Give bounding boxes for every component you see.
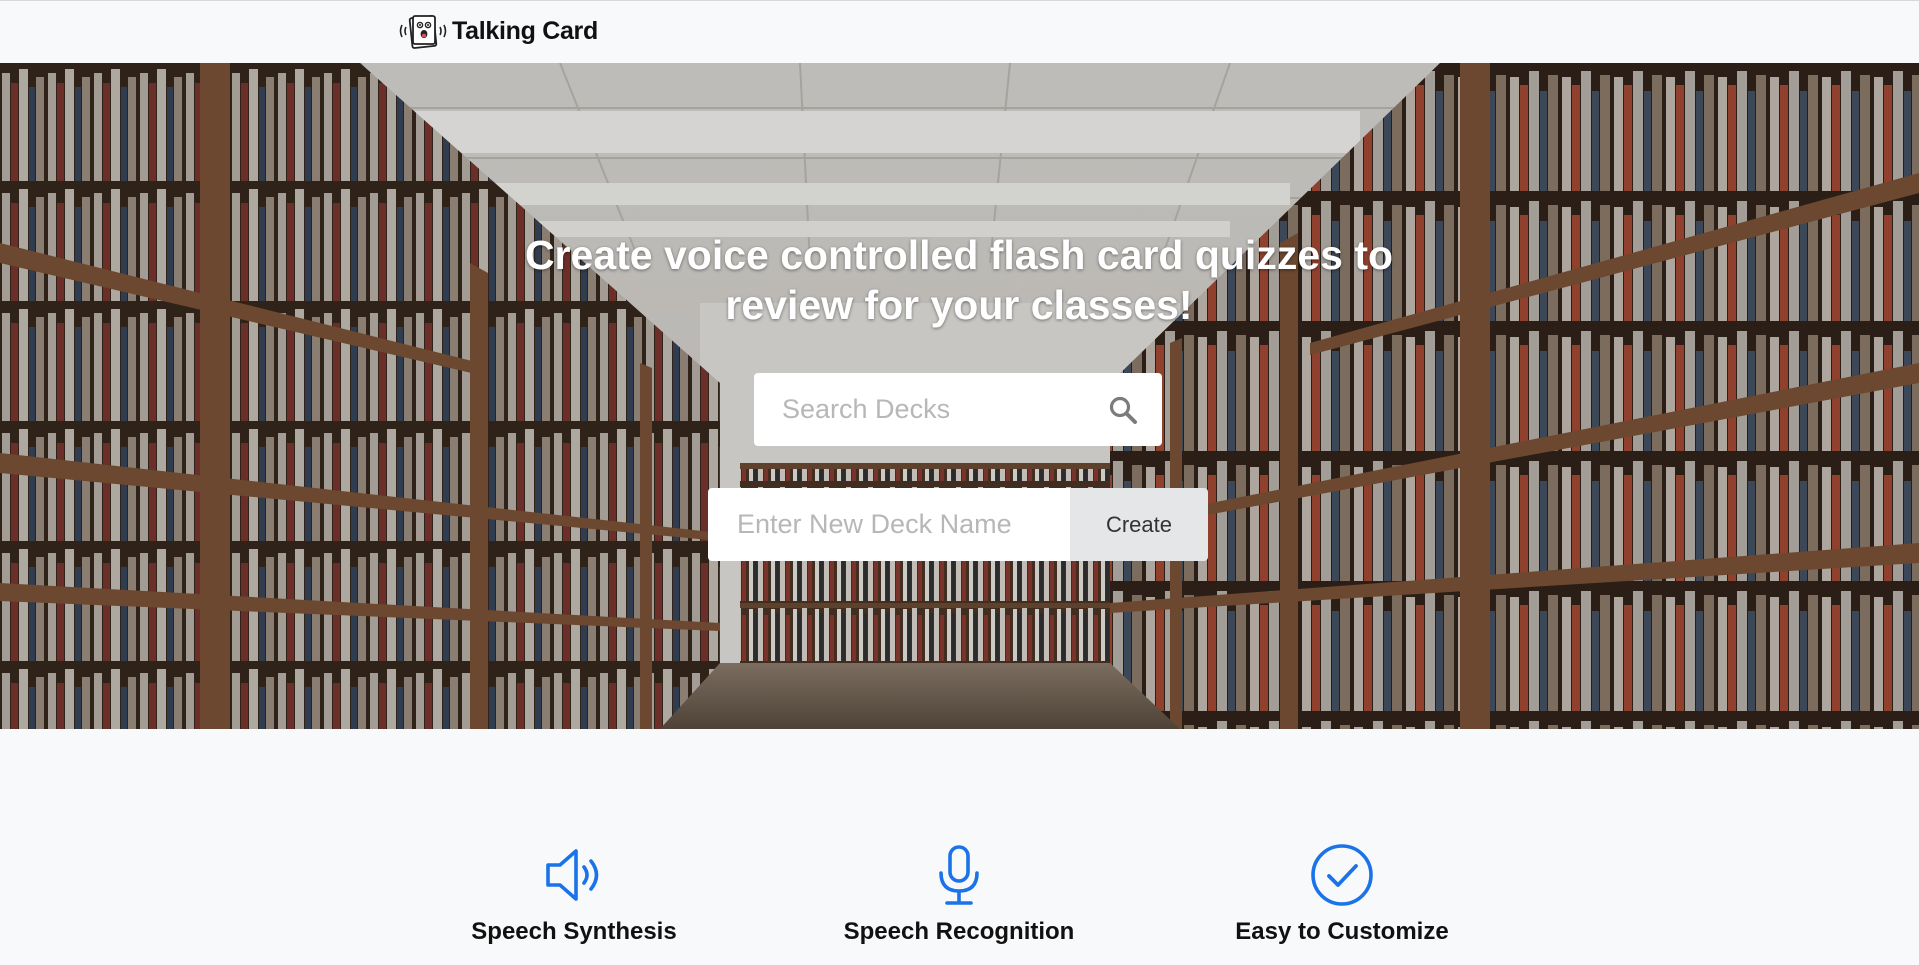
create-button[interactable]: Create	[1070, 488, 1208, 561]
hero-section: Create voice controlled flash card quizz…	[0, 63, 1919, 729]
feature-easy-to-customize: Easy to Customize	[1192, 841, 1492, 946]
feature-title: Easy to Customize	[1235, 918, 1449, 945]
new-deck-name-input[interactable]	[708, 488, 1070, 561]
talking-card-logo-icon	[399, 15, 447, 49]
speaker-icon	[546, 849, 599, 901]
navbar: Talking Card	[0, 0, 1919, 63]
feature-speech-synthesis: Speech Synthesis	[424, 841, 724, 946]
features-section: Speech Synthesis Speech Recognition Easy…	[0, 729, 1919, 965]
hero-title: Create voice controlled flash card quizz…	[524, 232, 1394, 328]
check-circle-icon	[1311, 844, 1373, 906]
microphone-icon	[939, 845, 979, 905]
brand-name: Talking Card	[452, 16, 598, 45]
search-icon[interactable]	[1108, 395, 1138, 425]
feature-speech-recognition: Speech Recognition	[809, 841, 1109, 946]
brand-link[interactable]: Talking Card	[398, 13, 598, 49]
search-box	[754, 373, 1162, 446]
search-decks-input[interactable]	[754, 373, 1094, 446]
feature-title: Speech Synthesis	[471, 918, 677, 945]
feature-title: Speech Recognition	[843, 918, 1075, 945]
create-deck-form: Create	[708, 488, 1208, 561]
